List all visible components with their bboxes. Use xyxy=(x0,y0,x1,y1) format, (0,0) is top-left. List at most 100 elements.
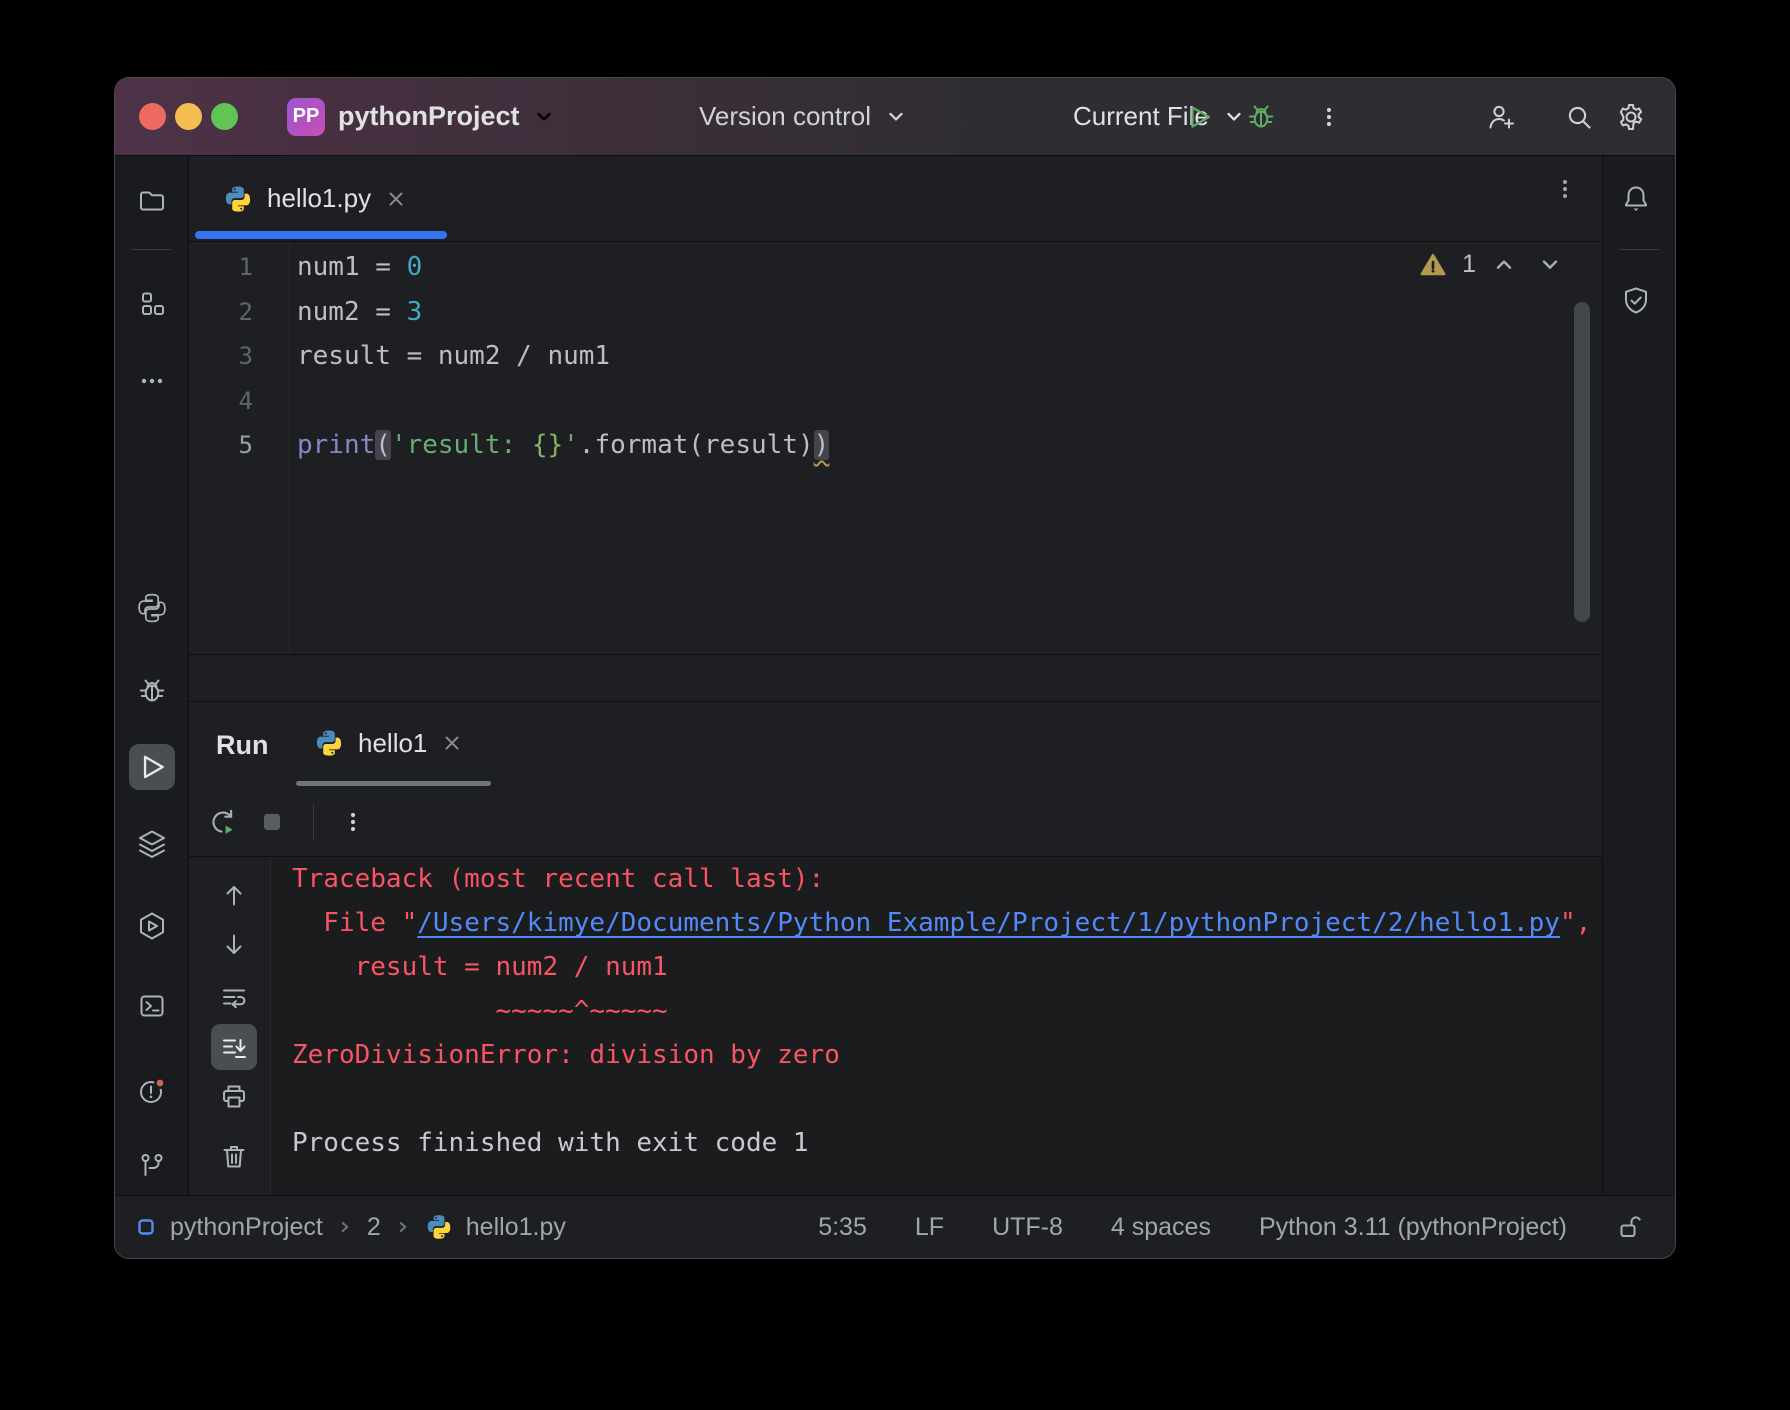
version-control-widget[interactable]: Version control xyxy=(699,78,907,155)
editor-scrollbar-thumb[interactable] xyxy=(1574,302,1590,622)
warning-icon[interactable] xyxy=(1420,252,1446,278)
zoom-window-button[interactable] xyxy=(211,103,238,130)
project-folder-icon[interactable] xyxy=(129,178,175,224)
more-tools-icon[interactable] xyxy=(129,358,175,404)
code-editor[interactable]: 12345 num1 = 0 num2 = 3 result = num2 / nu… xyxy=(189,242,1602,655)
breadcrumb-file[interactable]: hello1.py xyxy=(466,1213,566,1242)
unlocked-icon[interactable] xyxy=(1615,1213,1645,1241)
structure-icon[interactable] xyxy=(129,281,175,327)
code-token: result = num2 / num1 xyxy=(297,341,611,371)
code-line: result = num2 / num1 xyxy=(297,334,1482,379)
scroll-to-end-icon[interactable] xyxy=(211,1024,257,1070)
soft-wrap-icon[interactable] xyxy=(211,974,257,1020)
python-console-icon[interactable] xyxy=(129,903,175,949)
indent-setting[interactable]: 4 spaces xyxy=(1111,1213,1211,1242)
run-tool-window: Run hello1 Traceback (most recent call l… xyxy=(189,701,1602,1195)
console-toolbar xyxy=(189,857,271,1195)
more-icon[interactable] xyxy=(340,809,366,835)
code-line: print('result: {}'.format(result)) xyxy=(297,423,1482,468)
clear-trash-icon[interactable] xyxy=(211,1134,257,1180)
gutter-separator xyxy=(289,242,290,654)
line-number: 1 xyxy=(238,253,253,281)
stripe-divider xyxy=(1619,249,1659,250)
notifications-bell-icon[interactable] xyxy=(1613,176,1659,222)
problems-icon[interactable] xyxy=(129,1068,175,1114)
run-console-output[interactable]: Traceback (most recent call last): File … xyxy=(271,857,1602,1195)
code-token: {} xyxy=(531,430,564,460)
up-arrow-icon[interactable] xyxy=(211,872,257,918)
next-problem-icon[interactable] xyxy=(1538,253,1562,277)
python-file-icon xyxy=(314,728,344,758)
python-packages-icon[interactable] xyxy=(129,585,175,631)
close-icon[interactable] xyxy=(385,188,407,210)
stripe-divider xyxy=(131,249,171,250)
console-line: Traceback (most recent call last): xyxy=(292,857,1602,901)
macos-traffic-lights xyxy=(139,103,238,130)
debug-icon[interactable] xyxy=(1239,95,1283,139)
run-tool-icon[interactable] xyxy=(129,744,175,790)
traceback-file-link[interactable]: /Users/kimye/Documents/Python_Example/Pr… xyxy=(417,908,1560,938)
run-tool-window-header: Run hello1 xyxy=(189,702,1602,788)
toolbar-divider xyxy=(313,804,314,840)
project-widget[interactable]: PP pythonProject xyxy=(287,78,555,155)
add-user-icon[interactable] xyxy=(1479,95,1523,139)
terminal-icon[interactable] xyxy=(129,983,175,1029)
services-icon[interactable] xyxy=(129,821,175,867)
caret-position[interactable]: 5:35 xyxy=(818,1213,867,1242)
down-arrow-icon[interactable] xyxy=(211,922,257,968)
more-icon[interactable] xyxy=(1307,95,1351,139)
titlebar: PP pythonProject Version control Current… xyxy=(115,78,1675,156)
code-token: num1 = xyxy=(297,252,407,282)
inspection-widget: 1 xyxy=(1420,250,1562,279)
run-toolbar xyxy=(189,788,1602,857)
search-icon[interactable] xyxy=(1557,95,1601,139)
run-tab-hello1[interactable]: hello1 xyxy=(296,702,481,784)
python-interpreter[interactable]: Python 3.11 (pythonProject) xyxy=(1259,1213,1567,1242)
status-bar: pythonProject 2 hello1.py 5:35 LF UTF-8 … xyxy=(115,1195,1675,1258)
minimize-window-button[interactable] xyxy=(175,103,202,130)
line-number: 3 xyxy=(238,342,253,370)
run-icon[interactable] xyxy=(1177,95,1221,139)
editor-gutter: 1 2 3 4 5 xyxy=(189,245,253,468)
chevron-right-icon xyxy=(336,1218,354,1236)
version-control-label: Version control xyxy=(699,101,871,131)
chevron-down-icon xyxy=(885,106,907,128)
close-icon[interactable] xyxy=(441,732,463,754)
python-file-icon xyxy=(425,1213,453,1241)
run-tab-label: hello1 xyxy=(358,727,428,758)
print-icon[interactable] xyxy=(211,1074,257,1120)
line-separator[interactable]: LF xyxy=(915,1213,944,1242)
settings-icon[interactable] xyxy=(1609,95,1653,139)
breadcrumb-root-icon[interactable] xyxy=(135,1216,157,1238)
previous-problem-icon[interactable] xyxy=(1492,253,1516,277)
console-line: File "/Users/kimye/Documents/Python_Exam… xyxy=(292,901,1602,945)
code-line: num2 = 3 xyxy=(297,290,1482,335)
active-tab-indicator xyxy=(195,231,447,239)
run-panel-title: Run xyxy=(216,729,269,760)
code-token: ) xyxy=(813,430,830,460)
rerun-icon[interactable] xyxy=(205,806,237,838)
editor-zone: hello1.py 12345 num1 = 0 num2 = 3 result =… xyxy=(189,156,1602,1195)
left-tool-stripe xyxy=(115,156,189,1195)
console-line: Process finished with exit code 1 xyxy=(292,1121,1602,1165)
debug-tool-icon[interactable] xyxy=(129,668,175,714)
shield-check-icon[interactable] xyxy=(1613,278,1659,324)
editor-tab-hello1py[interactable]: hello1.py xyxy=(195,156,431,241)
code-token: ", xyxy=(1559,908,1592,938)
stop-icon[interactable] xyxy=(257,807,287,837)
git-icon[interactable] xyxy=(129,1143,175,1189)
editor-tab-bar: hello1.py xyxy=(189,156,1602,242)
code-token: Process finished with exit code 1 xyxy=(292,1128,809,1158)
tab-options-icon[interactable] xyxy=(1552,176,1578,202)
close-window-button[interactable] xyxy=(139,103,166,130)
breadcrumb-project[interactable]: pythonProject xyxy=(170,1213,323,1242)
breadcrumb-folder[interactable]: 2 xyxy=(367,1213,381,1242)
code-token: num2 = xyxy=(297,296,407,327)
code-token: Traceback (most recent call last): xyxy=(292,864,825,894)
code-token: ~~~~~^~~~~~ xyxy=(292,996,668,1026)
line-number: 5 xyxy=(238,431,253,459)
file-encoding[interactable]: UTF-8 xyxy=(992,1213,1063,1242)
console-line: ~~~~~^~~~~~ xyxy=(292,989,1602,1033)
